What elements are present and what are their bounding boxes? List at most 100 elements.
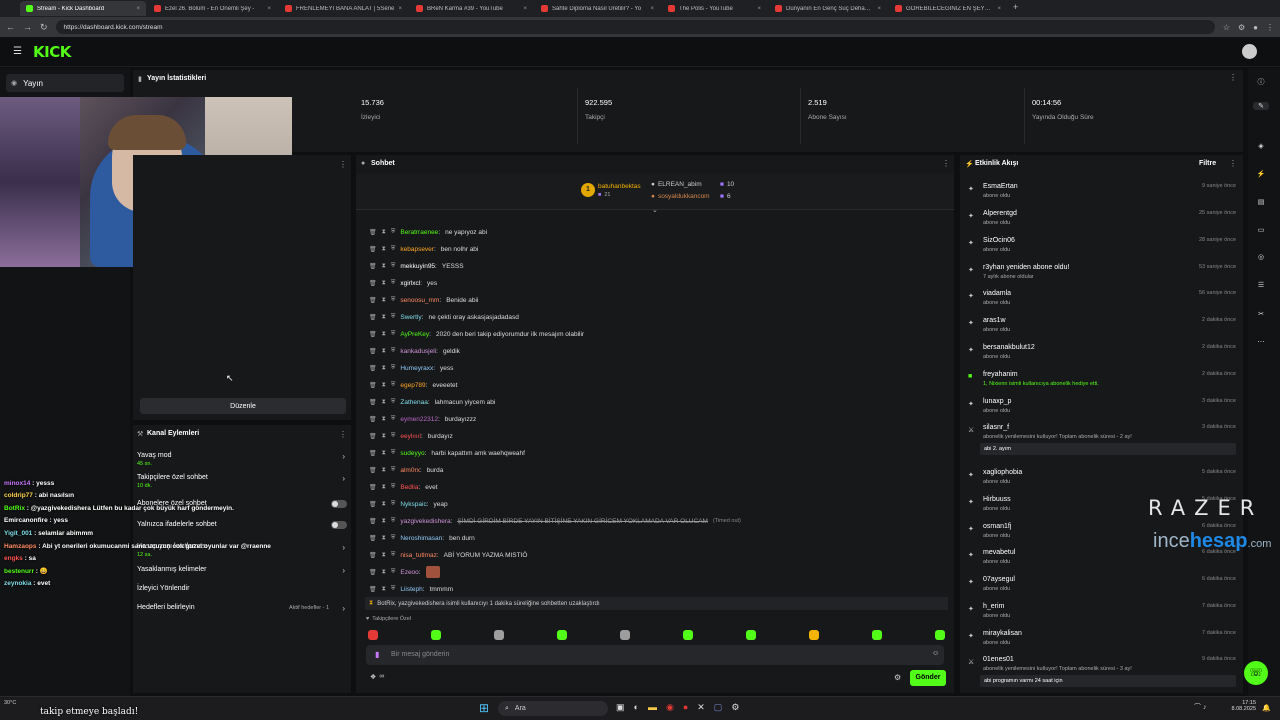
ban-icon[interactable]: ⛨ [391,331,396,338]
ban-icon[interactable]: ⛨ [391,297,396,304]
delete-message-icon[interactable]: 🗑 [369,467,377,474]
delete-message-icon[interactable]: 🗑 [369,229,377,236]
close-tab-icon[interactable]: × [757,6,761,12]
chat-username[interactable]: Humeyraxx [400,365,433,372]
timeout-icon[interactable]: ⧗ [382,433,386,440]
close-tab-icon[interactable]: × [997,6,1001,12]
clipboard-icon[interactable]: ▤ [1255,198,1267,206]
chat-username[interactable]: sudeyyo [400,450,424,457]
activity-user[interactable]: 07aysegul [983,576,1015,583]
bookmark-star-icon[interactable]: ☆ [1223,23,1230,32]
timeout-icon[interactable]: ⧗ [382,467,386,474]
chat-username[interactable]: Liisteph [400,586,422,593]
chevron-right-icon[interactable]: › [342,474,345,483]
chat-username[interactable]: Zathenaa [400,399,427,406]
delete-message-icon[interactable]: 🗑 [369,365,377,372]
delete-message-icon[interactable]: 🗑 [369,246,377,253]
activity-menu-icon[interactable]: ⋮ [1229,159,1237,168]
ban-icon[interactable]: ⛨ [391,365,396,372]
channel-action-row[interactable]: Hedefleri belirleyin Aktif hedefler - 1 › [137,604,347,618]
delete-message-icon[interactable]: 🗑 [369,450,377,457]
delete-message-icon[interactable]: 🗑 [369,535,377,542]
ban-icon[interactable]: ⛨ [391,280,396,287]
settings-icon[interactable]: ⚙ [731,702,739,713]
timeout-icon[interactable]: ⧗ [382,263,386,270]
pencil-icon[interactable]: ✎ [1253,102,1269,110]
hamburger-menu-icon[interactable]: ☰ [13,46,22,57]
taskbar-search[interactable]: ⌕ Ara [498,701,608,716]
preview-menu-icon[interactable]: ⋮ [339,160,347,169]
volume-icon[interactable]: ♪ [1203,704,1207,711]
channel-action-row[interactable]: İzleyici Yönlendir [137,585,347,599]
chat-username[interactable]: eeylııııl [400,433,421,440]
filter-button[interactable]: Filtre [1199,160,1216,167]
quick-emote[interactable] [368,630,378,640]
chat-username[interactable]: Bedlia [400,484,418,491]
activity-user[interactable]: xagliophobia [983,469,1022,476]
ban-icon[interactable]: ⛨ [391,433,396,440]
sidebar-item-yayin[interactable]: ◉ Yayın [6,74,124,92]
timeout-icon[interactable]: ⧗ [382,484,386,491]
folder-icon[interactable]: ▬ [648,702,657,713]
ban-icon[interactable]: ⛨ [391,229,396,236]
ban-icon[interactable]: ⛨ [391,501,396,508]
delete-message-icon[interactable]: 🗑 [369,569,377,576]
ban-icon[interactable]: ⛨ [391,450,396,457]
chevron-right-icon[interactable]: › [342,452,345,461]
activity-user[interactable]: 01enes01 [983,656,1014,663]
ban-icon[interactable]: ⛨ [391,348,396,355]
profile-icon[interactable]: ● [1253,23,1258,32]
discord-icon[interactable]: ▢ [714,702,723,713]
close-tab-icon[interactable]: × [136,6,140,12]
browser-tab[interactable]: Ezel 26. Bölüm - En Önemli Şey - × [148,1,277,16]
chat-settings-icon[interactable]: ⚙ [894,673,901,682]
chat-username[interactable]: kebapsever [400,246,434,253]
chat-username[interactable]: yazgivekedishera [400,518,450,525]
chat-username[interactable]: Nykspaic [400,501,426,508]
gamepad-icon[interactable]: ◈ [1255,142,1267,150]
delete-message-icon[interactable]: 🗑 [369,331,377,338]
ban-icon[interactable]: ⛨ [391,484,396,491]
back-icon[interactable]: ← [6,22,15,32]
chat-username[interactable]: alm0rx [400,467,420,474]
browser-tab[interactable]: The Polis - YouTube × [662,1,767,16]
quick-emote[interactable] [746,630,756,640]
timeout-icon[interactable]: ⧗ [382,586,386,593]
quick-emote[interactable] [935,630,945,640]
delete-message-icon[interactable]: 🗑 [369,297,377,304]
activity-user[interactable]: Alperentgd [983,210,1017,217]
quick-emote[interactable] [620,630,630,640]
app-icon[interactable]: ✕ [697,702,705,713]
user-avatar[interactable] [1242,44,1257,59]
quick-emote[interactable] [494,630,504,640]
activity-user[interactable]: bersanakbulut12 [983,344,1035,351]
close-tab-icon[interactable]: × [523,6,527,12]
close-tab-icon[interactable]: × [650,6,654,12]
message-icon[interactable]: ▭ [1255,226,1267,234]
delete-message-icon[interactable]: 🗑 [369,586,377,593]
activity-user[interactable]: lunaxp_p [983,398,1011,405]
delete-message-icon[interactable]: 🗑 [369,280,377,287]
ban-icon[interactable]: ⛨ [391,314,396,321]
chat-menu-icon[interactable]: ⋮ [942,159,950,168]
activity-user[interactable]: Hirbuuss [983,496,1011,503]
timeout-icon[interactable]: ⧗ [382,501,386,508]
info-icon[interactable]: ⓘ [1255,77,1267,87]
kick-logo[interactable]: KICK [33,43,71,61]
activity-user[interactable]: osman1fj [983,523,1011,530]
chat-username[interactable]: Ezeoo [400,569,418,576]
timeout-icon[interactable]: ⧗ [382,569,386,576]
ban-icon[interactable]: ⛨ [391,535,396,542]
list-icon[interactable]: ☰ [1255,281,1267,289]
activity-user[interactable]: EsmaErtan [983,183,1018,190]
record-icon[interactable]: ● [683,702,688,713]
edit-button[interactable]: Düzenle [140,398,346,414]
chat-username[interactable]: Beratrraenee [400,229,438,236]
share-icon[interactable]: ⋯ [1255,338,1267,346]
url-field[interactable]: https://dashboard.kick.com/stream [55,20,1215,34]
timeout-icon[interactable]: ⧗ [382,297,386,304]
browser-tab[interactable]: GÖREBİLECEĞİNİZ EN ŞEYTANİ İL × [889,1,1007,16]
delete-message-icon[interactable]: 🗑 [369,263,377,270]
browser-tab[interactable]: Dünyanın En Genç Suç Dehası(!) × [769,1,887,16]
toggle-switch[interactable] [331,500,347,508]
